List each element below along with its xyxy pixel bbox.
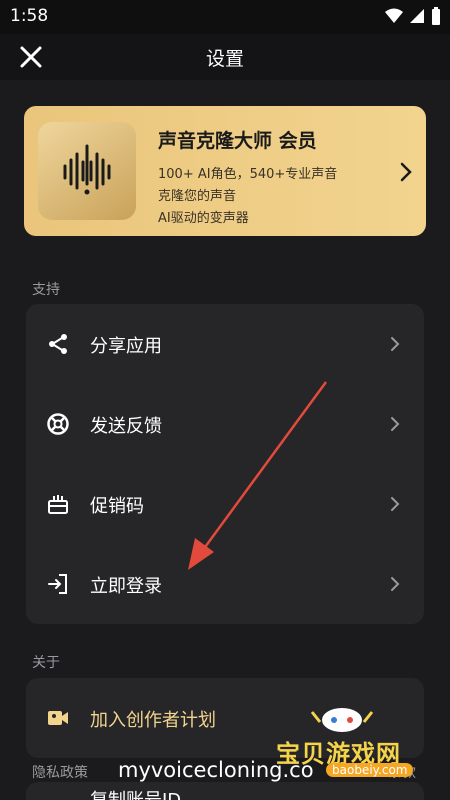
privacy-policy-link[interactable]: 隐私政策 — [32, 762, 88, 782]
copy-account-id-item[interactable] — [26, 782, 424, 800]
watermark-domain: baobeiy.com — [326, 763, 414, 777]
watermark-url: myvoicecloning.co — [118, 758, 314, 782]
annotation-arrow — [188, 381, 328, 570]
copy-account-id-label: 复制账号ID — [90, 786, 181, 800]
